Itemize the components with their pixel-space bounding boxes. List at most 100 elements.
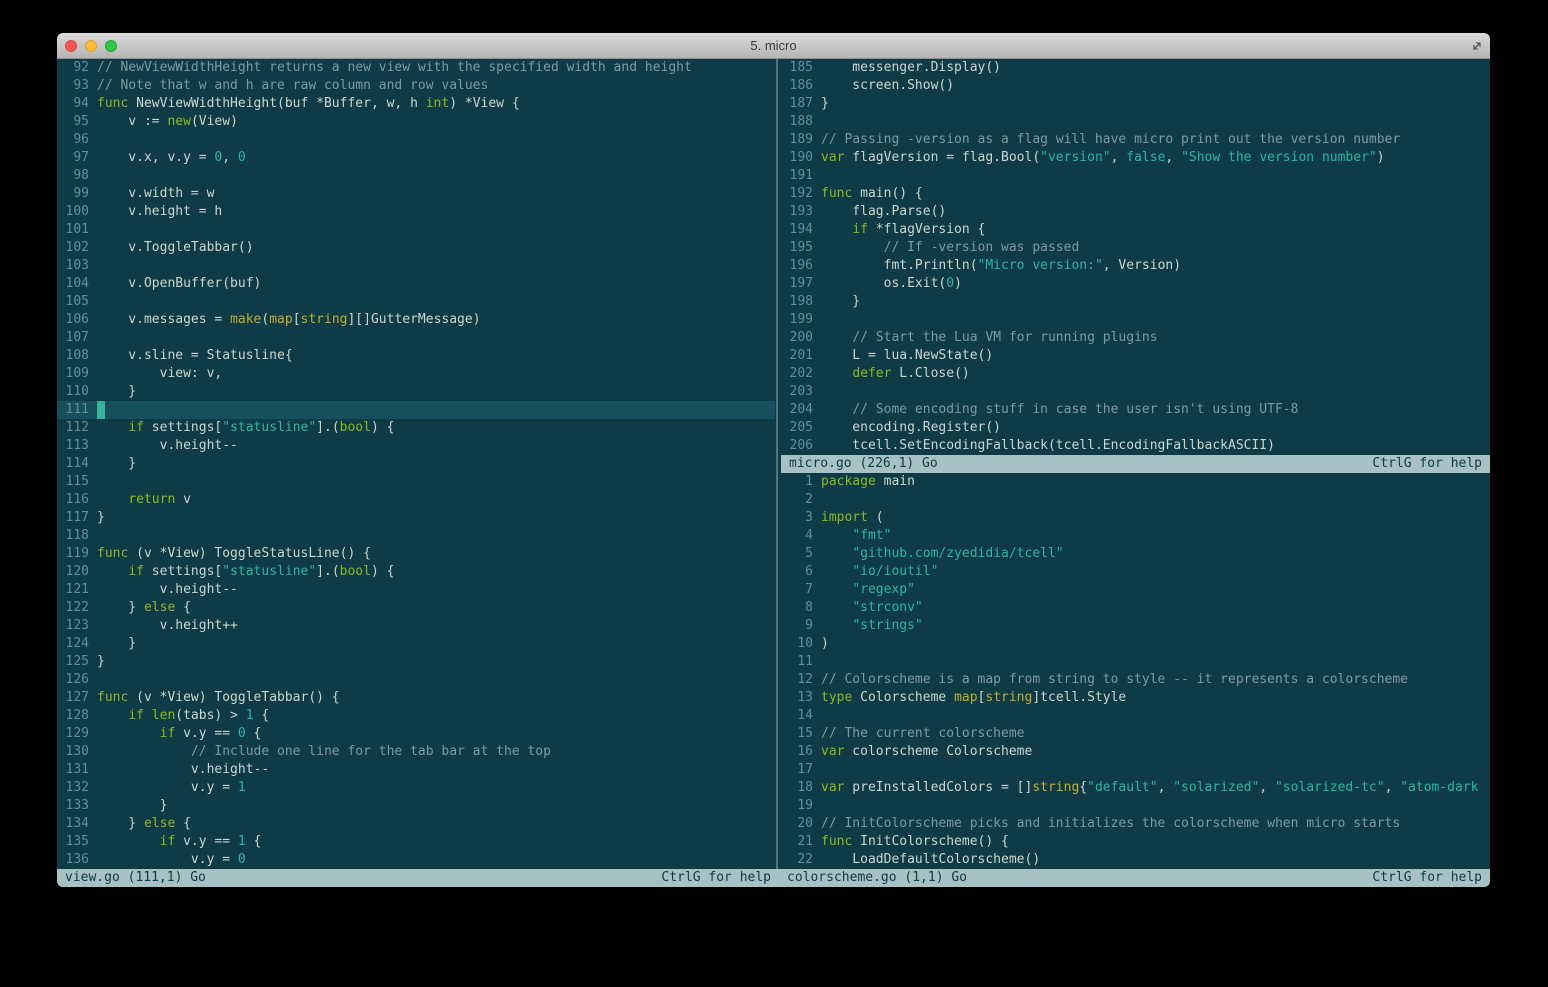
- code-line[interactable]: 22 LoadDefaultColorscheme(): [781, 851, 1490, 869]
- code-line[interactable]: 189 // Passing -version as a flag will ha…: [781, 131, 1490, 149]
- code-line[interactable]: 190 var flagVersion = flag.Bool("version"…: [781, 149, 1490, 167]
- code-line[interactable]: 102 v.ToggleTabbar(): [57, 239, 775, 257]
- code-line[interactable]: 19: [781, 797, 1490, 815]
- code-line[interactable]: 7 "regexp": [781, 581, 1490, 599]
- code-line[interactable]: 205 encoding.Register(): [781, 419, 1490, 437]
- code-line[interactable]: 204 // Some encoding stuff in case the u…: [781, 401, 1490, 419]
- code-line[interactable]: 201 L = lua.NewState(): [781, 347, 1490, 365]
- code-line[interactable]: 9 "strings": [781, 617, 1490, 635]
- code-line[interactable]: 129 if v.y == 0 {: [57, 725, 775, 743]
- code-line[interactable]: 192 func main() {: [781, 185, 1490, 203]
- window-titlebar[interactable]: 5. micro: [57, 33, 1490, 59]
- code-line[interactable]: 98: [57, 167, 775, 185]
- code-line[interactable]: 113 v.height--: [57, 437, 775, 455]
- code-line[interactable]: 14: [781, 707, 1490, 725]
- code-line[interactable]: 8 "strconv": [781, 599, 1490, 617]
- code-line[interactable]: 117}: [57, 509, 775, 527]
- code-line[interactable]: 110 }: [57, 383, 775, 401]
- code-line[interactable]: 93 // Note that w and h are raw column an…: [57, 77, 775, 95]
- code-line[interactable]: 125}: [57, 653, 775, 671]
- code-line[interactable]: 103: [57, 257, 775, 275]
- code-line[interactable]: 4 "fmt": [781, 527, 1490, 545]
- code-line[interactable]: 16 var colorscheme Colorscheme: [781, 743, 1490, 761]
- code-line[interactable]: 121 v.height--: [57, 581, 775, 599]
- code-line[interactable]: 92 // NewViewWidthHeight returns a new vi…: [57, 59, 775, 77]
- code-line[interactable]: 96: [57, 131, 775, 149]
- code-line[interactable]: 112 if settings["statusline"].(bool) {: [57, 419, 775, 437]
- code-line[interactable]: 12 // Colorscheme is a map from string to…: [781, 671, 1490, 689]
- code-text: "fmt": [852, 528, 892, 543]
- code-line[interactable]: 134 } else {: [57, 815, 775, 833]
- code-line[interactable]: 119 func (v *View) ToggleStatusLine() {: [57, 545, 775, 563]
- code-line[interactable]: 13 type Colorscheme map[string]tcell.Styl…: [781, 689, 1490, 707]
- code-line[interactable]: 131 v.height--: [57, 761, 775, 779]
- code-line[interactable]: 203: [781, 383, 1490, 401]
- line-number: 196: [789, 258, 813, 273]
- code-line[interactable]: 135 if v.y == 1 {: [57, 833, 775, 851]
- code-line[interactable]: 193 flag.Parse(): [781, 203, 1490, 221]
- code-line[interactable]: 206 tcell.SetEncodingFallback(tcell.Enco…: [781, 437, 1490, 455]
- code-line[interactable]: 197 os.Exit(0): [781, 275, 1490, 293]
- code-line[interactable]: 199: [781, 311, 1490, 329]
- code-line[interactable]: 120 if settings["statusline"].(bool) {: [57, 563, 775, 581]
- code-line[interactable]: 187}: [781, 95, 1490, 113]
- code-line[interactable]: 116 return v: [57, 491, 775, 509]
- code-line[interactable]: 100 v.height = h: [57, 203, 775, 221]
- code-line[interactable]: 105: [57, 293, 775, 311]
- code-line[interactable]: 99 v.width = w: [57, 185, 775, 203]
- code-line[interactable]: 111: [57, 401, 775, 419]
- code-line[interactable]: 188: [781, 113, 1490, 131]
- pane-micro-go[interactable]: 185 messenger.Display() 186 screen.Show()…: [781, 59, 1490, 455]
- code-line[interactable]: 3 import (: [781, 509, 1490, 527]
- code-line[interactable]: 115: [57, 473, 775, 491]
- code-line[interactable]: 101: [57, 221, 775, 239]
- code-line[interactable]: 132 v.y = 1: [57, 779, 775, 797]
- code-line[interactable]: 5 "github.com/zyedidia/tcell": [781, 545, 1490, 563]
- code-line[interactable]: 108 v.sline = Statusline{: [57, 347, 775, 365]
- code-line[interactable]: 118: [57, 527, 775, 545]
- code-line[interactable]: 2: [781, 491, 1490, 509]
- code-line[interactable]: 97 v.x, v.y = 0, 0: [57, 149, 775, 167]
- code-line[interactable]: 127 func (v *View) ToggleTabbar() {: [57, 689, 775, 707]
- code-line[interactable]: 202 defer L.Close(): [781, 365, 1490, 383]
- code-line[interactable]: 10): [781, 635, 1490, 653]
- code-line[interactable]: 200 // Start the Lua VM for running plug…: [781, 329, 1490, 347]
- code-line[interactable]: 123 v.height++: [57, 617, 775, 635]
- code-line[interactable]: 94 func NewViewWidthHeight(buf *Buffer, w…: [57, 95, 775, 113]
- code-line[interactable]: 128 if len(tabs) > 1 {: [57, 707, 775, 725]
- code-line[interactable]: 130 // Include one line for the tab bar …: [57, 743, 775, 761]
- code-text: "strings": [852, 618, 923, 633]
- code-line[interactable]: 20 // InitColorscheme picks and initializ…: [781, 815, 1490, 833]
- code-line[interactable]: 114 }: [57, 455, 775, 473]
- code-line[interactable]: 21 func InitColorscheme() {: [781, 833, 1490, 851]
- code-line[interactable]: 126: [57, 671, 775, 689]
- pane-colorscheme-go[interactable]: 1 package main 2 3 import (4 "fmt" 5 "github.…: [781, 473, 1490, 869]
- code-line[interactable]: 18 var preInstalledColors = []string{"def…: [781, 779, 1490, 797]
- pane-view-go[interactable]: 92 // NewViewWidthHeight returns a new vi…: [57, 59, 775, 869]
- code-line[interactable]: 122 } else {: [57, 599, 775, 617]
- code-line[interactable]: 106 v.messages = make(map[string][]Gutte…: [57, 311, 775, 329]
- code-line[interactable]: 107: [57, 329, 775, 347]
- code-line[interactable]: 15 // The current colorscheme: [781, 725, 1490, 743]
- code-line[interactable]: 195 // If -version was passed: [781, 239, 1490, 257]
- code-line[interactable]: 109 view: v,: [57, 365, 775, 383]
- code-line[interactable]: 124 }: [57, 635, 775, 653]
- code-line[interactable]: 186 screen.Show(): [781, 77, 1490, 95]
- code-line[interactable]: 196 fmt.Println("Micro version:", Versio…: [781, 257, 1490, 275]
- line-number: 16: [797, 744, 813, 759]
- code-line[interactable]: 185 messenger.Display(): [781, 59, 1490, 77]
- code-line[interactable]: 136 v.y = 0: [57, 851, 775, 869]
- code-line[interactable]: 11: [781, 653, 1490, 671]
- code-line[interactable]: 1 package main: [781, 473, 1490, 491]
- code-line[interactable]: 191: [781, 167, 1490, 185]
- code-line[interactable]: 198 }: [781, 293, 1490, 311]
- resize-icon[interactable]: [1470, 39, 1484, 53]
- code-line[interactable]: 95 v := new(View): [57, 113, 775, 131]
- code-line[interactable]: 194 if *flagVersion {: [781, 221, 1490, 239]
- code-line[interactable]: 133 }: [57, 797, 775, 815]
- code-line[interactable]: 17: [781, 761, 1490, 779]
- split-divider[interactable]: [776, 59, 778, 869]
- code-line[interactable]: 104 v.OpenBuffer(buf): [57, 275, 775, 293]
- code-line[interactable]: 6 "io/ioutil": [781, 563, 1490, 581]
